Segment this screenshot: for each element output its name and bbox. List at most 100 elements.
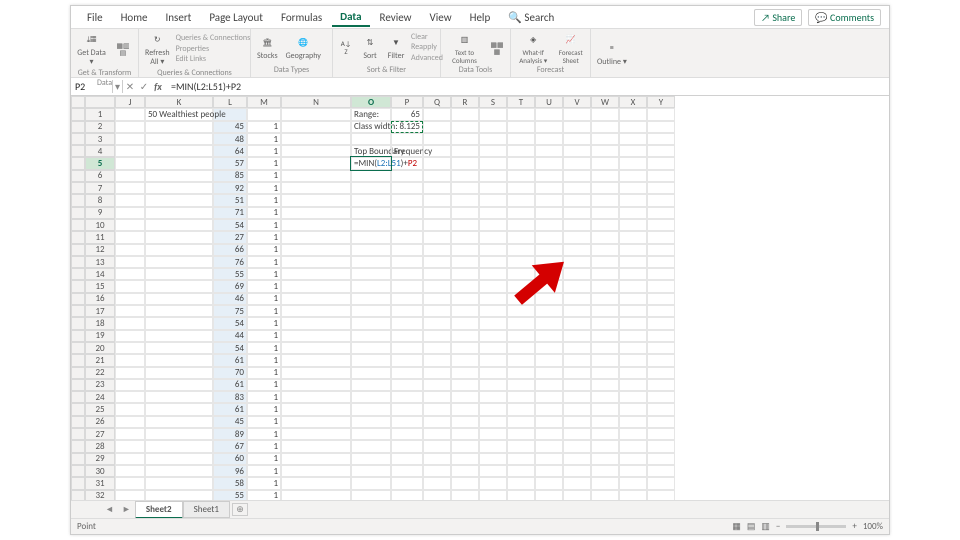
cell-K13[interactable] xyxy=(145,256,213,268)
outline-button[interactable]: ≡Outline ▾ xyxy=(595,40,629,67)
cell-N28[interactable] xyxy=(281,440,351,452)
cell-N12[interactable] xyxy=(281,244,351,256)
cell-K32[interactable] xyxy=(145,490,213,501)
cell-J27[interactable] xyxy=(115,428,145,440)
cell-O11[interactable] xyxy=(351,231,391,243)
formula-input[interactable]: =MIN(L2:L51)+P2 xyxy=(165,80,889,93)
add-sheet-button[interactable]: ⊕ xyxy=(232,503,248,516)
cell-L17[interactable]: 75 xyxy=(213,305,247,317)
cell-S20[interactable] xyxy=(479,342,507,354)
row-header-23[interactable]: 23 xyxy=(85,379,115,391)
cell-T2[interactable] xyxy=(507,121,535,133)
cell-P18[interactable] xyxy=(391,317,423,329)
cell-N11[interactable] xyxy=(281,231,351,243)
cell-X22[interactable] xyxy=(619,367,647,379)
cell-J25[interactable] xyxy=(115,403,145,415)
cell-M18[interactable]: 1 xyxy=(247,317,281,329)
cell-Q1[interactable] xyxy=(423,108,451,120)
cell-R9[interactable] xyxy=(451,207,479,219)
cell-Q29[interactable] xyxy=(423,453,451,465)
cell-U6[interactable] xyxy=(535,170,563,182)
cell-S2[interactable] xyxy=(479,121,507,133)
cell-W10[interactable] xyxy=(591,219,619,231)
cell-X1[interactable] xyxy=(619,108,647,120)
cell-R18[interactable] xyxy=(451,317,479,329)
cell-K4[interactable] xyxy=(145,145,213,157)
cell-N6[interactable] xyxy=(281,170,351,182)
cell-N8[interactable] xyxy=(281,194,351,206)
cell-O2[interactable]: Class width: xyxy=(351,121,391,133)
cell-V23[interactable] xyxy=(563,379,591,391)
cell-K17[interactable] xyxy=(145,305,213,317)
cell-Q9[interactable] xyxy=(423,207,451,219)
cell-K22[interactable] xyxy=(145,367,213,379)
cell-S8[interactable] xyxy=(479,194,507,206)
namebox-dropdown[interactable]: ▾ xyxy=(113,80,123,93)
cell-R26[interactable] xyxy=(451,416,479,428)
cell-J11[interactable] xyxy=(115,231,145,243)
cell-Y30[interactable] xyxy=(647,465,675,477)
cell-U27[interactable] xyxy=(535,428,563,440)
cell-V22[interactable] xyxy=(563,367,591,379)
cell-T28[interactable] xyxy=(507,440,535,452)
cell-O20[interactable] xyxy=(351,342,391,354)
cell-W29[interactable] xyxy=(591,453,619,465)
cell-O3[interactable] xyxy=(351,133,391,145)
col-header-T[interactable]: T xyxy=(507,96,535,108)
cell-X9[interactable] xyxy=(619,207,647,219)
cell-S32[interactable] xyxy=(479,490,507,501)
cell-T18[interactable] xyxy=(507,317,535,329)
cell-V3[interactable] xyxy=(563,133,591,145)
cell-R25[interactable] xyxy=(451,403,479,415)
cell-K18[interactable] xyxy=(145,317,213,329)
cell-K19[interactable] xyxy=(145,330,213,342)
tab-view[interactable]: View xyxy=(422,9,460,26)
cell-K28[interactable] xyxy=(145,440,213,452)
cell-N5[interactable] xyxy=(281,157,351,169)
whatif-button[interactable]: ◈What-If Analysis ▾ xyxy=(515,31,551,64)
get-data-button[interactable]: ⤓▦ Get Data ▾ xyxy=(75,31,108,67)
cell-M24[interactable]: 1 xyxy=(247,391,281,403)
cell-V17[interactable] xyxy=(563,305,591,317)
cell-R22[interactable] xyxy=(451,367,479,379)
cell-L21[interactable]: 61 xyxy=(213,354,247,366)
cell-X31[interactable] xyxy=(619,477,647,489)
cell-X12[interactable] xyxy=(619,244,647,256)
cell-T5[interactable] xyxy=(507,157,535,169)
cell-S25[interactable] xyxy=(479,403,507,415)
cell-N22[interactable] xyxy=(281,367,351,379)
cell-P14[interactable] xyxy=(391,268,423,280)
cell-X27[interactable] xyxy=(619,428,647,440)
formula-accept-icon[interactable]: ✓ xyxy=(137,80,151,93)
cell-U25[interactable] xyxy=(535,403,563,415)
cell-Q14[interactable] xyxy=(423,268,451,280)
cell-J3[interactable] xyxy=(115,133,145,145)
cell-T31[interactable] xyxy=(507,477,535,489)
cell-X29[interactable] xyxy=(619,453,647,465)
cell-S12[interactable] xyxy=(479,244,507,256)
cell-P13[interactable] xyxy=(391,256,423,268)
cell-V29[interactable] xyxy=(563,453,591,465)
cell-R30[interactable] xyxy=(451,465,479,477)
cell-T19[interactable] xyxy=(507,330,535,342)
cell-S17[interactable] xyxy=(479,305,507,317)
cell-K25[interactable] xyxy=(145,403,213,415)
cell-K30[interactable] xyxy=(145,465,213,477)
cell-Q8[interactable] xyxy=(423,194,451,206)
cell-R3[interactable] xyxy=(451,133,479,145)
cell-Y18[interactable] xyxy=(647,317,675,329)
cell-V2[interactable] xyxy=(563,121,591,133)
cell-O9[interactable] xyxy=(351,207,391,219)
cell-P22[interactable] xyxy=(391,367,423,379)
cell-N17[interactable] xyxy=(281,305,351,317)
tab-data[interactable]: Data xyxy=(332,8,369,27)
cell-S26[interactable] xyxy=(479,416,507,428)
cell-U2[interactable] xyxy=(535,121,563,133)
cell-X20[interactable] xyxy=(619,342,647,354)
cell-T4[interactable] xyxy=(507,145,535,157)
cell-W27[interactable] xyxy=(591,428,619,440)
cell-S13[interactable] xyxy=(479,256,507,268)
cell-T10[interactable] xyxy=(507,219,535,231)
cell-V7[interactable] xyxy=(563,182,591,194)
cell-N23[interactable] xyxy=(281,379,351,391)
